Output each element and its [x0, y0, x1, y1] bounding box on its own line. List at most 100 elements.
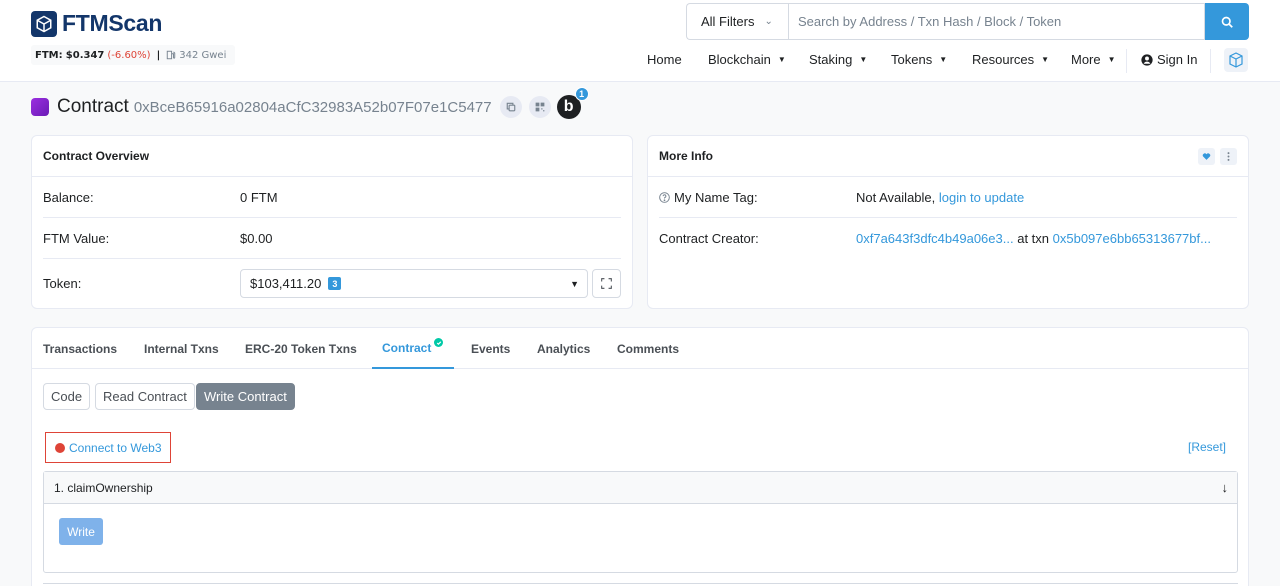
- name-tag-value: Not Available,: [856, 189, 936, 205]
- connect-to-web3-label: Connect to Web3: [69, 440, 162, 455]
- tab-transactions[interactable]: Transactions: [43, 328, 117, 369]
- search-input[interactable]: Search by Address / Txn Hash / Block / T…: [788, 3, 1205, 40]
- balance-row: Balance: 0 FTM: [43, 177, 621, 218]
- nav-blockchain-label: Blockchain: [708, 52, 771, 67]
- tab-events[interactable]: Events: [471, 328, 510, 369]
- blockscan-letter: b: [563, 98, 574, 115]
- page-title: Contract: [57, 96, 129, 117]
- function-header[interactable]: 1. claimOwnership ↓: [44, 472, 1237, 504]
- login-to-update-link[interactable]: login to update: [939, 190, 1024, 205]
- sign-in-label: Sign In: [1157, 52, 1198, 67]
- tab-erc20-token-txns[interactable]: ERC-20 Token Txns: [245, 328, 357, 369]
- nav-home-label: Home: [647, 52, 682, 67]
- logo[interactable]: FTMScan: [31, 10, 162, 37]
- expand-token-button[interactable]: [592, 269, 621, 298]
- verified-check-icon: [434, 338, 444, 347]
- code-button[interactable]: Code: [43, 383, 91, 410]
- tab-internal-label: Internal Txns: [144, 341, 219, 356]
- chevron-down-icon: ⌄: [764, 16, 773, 27]
- chevron-down-icon: ▼: [1041, 55, 1050, 64]
- qr-code-button[interactable]: [528, 96, 551, 118]
- token-label: Token:: [43, 276, 82, 291]
- token-holdings-value: $103,411.20: [250, 276, 322, 291]
- disconnected-status-icon: [55, 442, 65, 453]
- card-heading: More Info: [648, 136, 1248, 177]
- chevron-down-icon: ▼: [859, 55, 868, 64]
- tab-comments-label: Comments: [617, 341, 680, 356]
- search-icon: [1221, 16, 1233, 28]
- contract-avatar-icon: [31, 98, 49, 116]
- arrow-down-icon: ↓: [1221, 480, 1229, 495]
- creator-address-link[interactable]: 0xf7a643f3dfc4b49a06e3...: [856, 231, 1014, 246]
- tab-contract[interactable]: Contract: [372, 328, 454, 369]
- notification-badge: 1: [574, 87, 589, 101]
- nav-tokens[interactable]: Tokens ▼: [891, 52, 947, 67]
- read-contract-button[interactable]: Read Contract: [95, 383, 195, 410]
- search-button[interactable]: [1205, 3, 1249, 40]
- more-info-heading: More Info: [659, 149, 713, 163]
- chevron-down-icon: ▼: [777, 55, 786, 64]
- tab-analytics[interactable]: Analytics: [537, 328, 590, 369]
- cube-logo-icon: [31, 10, 57, 37]
- user-circle-icon: [1141, 53, 1153, 66]
- nav-divider: [1126, 49, 1127, 73]
- fantom-logo-icon: [1229, 52, 1243, 68]
- ftm-value: $0.00: [240, 230, 273, 246]
- blockscan-chat-button[interactable]: b 1: [556, 87, 589, 119]
- theme-toggle-button[interactable]: [1224, 48, 1248, 72]
- creator-txn-link[interactable]: 0x5b097e6bb65313677bf...: [1053, 231, 1211, 246]
- more-options-button[interactable]: [1220, 148, 1237, 165]
- creator-at-txn: at txn: [1017, 231, 1050, 246]
- search-filter-label: All Filters: [701, 14, 755, 29]
- reset-link[interactable]: [Reset]: [1188, 440, 1226, 454]
- tab-comments[interactable]: Comments: [617, 328, 679, 369]
- name-tag-label: My Name Tag:: [659, 190, 856, 205]
- write-contract-label: Write Contract: [204, 389, 287, 404]
- name-tag-label-text: My Name Tag:: [674, 189, 758, 205]
- tab-bar: Transactions Internal Txns ERC-20 Token …: [32, 328, 1248, 369]
- expand-icon: [601, 278, 612, 289]
- contract-overview-card: Contract Overview Balance: 0 FTM FTM Val…: [31, 135, 633, 309]
- contract-creator-row: Contract Creator: 0xf7a643f3dfc4b49a06e3…: [659, 218, 1237, 259]
- balance-label: Balance:: [43, 189, 94, 205]
- tab-internal-txns[interactable]: Internal Txns: [144, 328, 219, 369]
- more-info-card: More Info My Name Tag: Not Available, lo…: [647, 135, 1249, 309]
- connect-to-web3-button[interactable]: Connect to Web3: [45, 432, 171, 463]
- tab-analytics-label: Analytics: [537, 341, 591, 356]
- contract-tabs-card: Transactions Internal Txns ERC-20 Token …: [31, 327, 1249, 586]
- balance-value: 0 FTM: [240, 189, 278, 205]
- nav-staking-label: Staking: [809, 52, 853, 67]
- main-nav: Home Blockchain ▼ Staking ▼ Tokens ▼ Res…: [0, 49, 1280, 73]
- write-function-label: Write: [67, 524, 95, 539]
- function-name: 1. claimOwnership: [54, 480, 153, 495]
- nav-blockchain[interactable]: Blockchain ▼: [708, 52, 786, 67]
- nav-staking[interactable]: Staking ▼: [809, 52, 867, 67]
- tab-erc20-label: ERC-20 Token Txns: [245, 341, 357, 356]
- contract-address: 0xBceB65916a02804aCfC32983A52b07F07e1C54…: [133, 98, 492, 116]
- ftm-value-row: FTM Value: $0.00: [43, 218, 621, 259]
- nav-home[interactable]: Home: [647, 52, 682, 67]
- write-function-button[interactable]: Write: [59, 518, 103, 545]
- search-filter-select[interactable]: All Filters ⌄: [686, 3, 788, 40]
- contract-overview-heading: Contract Overview: [43, 149, 150, 163]
- qr-code-icon: [535, 102, 544, 112]
- favorite-button[interactable]: [1198, 148, 1215, 165]
- nav-resources-label: Resources: [972, 52, 1035, 67]
- question-circle-icon[interactable]: [659, 191, 670, 203]
- tab-events-label: Events: [471, 341, 511, 356]
- tab-transactions-label: Transactions: [43, 341, 118, 356]
- vertical-ellipsis-icon: [1227, 152, 1230, 161]
- copy-address-button[interactable]: [499, 96, 522, 118]
- chevron-down-icon: ▼: [939, 55, 948, 64]
- code-button-label: Code: [51, 389, 83, 404]
- write-contract-button[interactable]: Write Contract: [196, 383, 295, 410]
- chevron-down-icon: ▼: [570, 278, 579, 289]
- nav-more[interactable]: More ▼: [1071, 52, 1116, 67]
- sign-in-link[interactable]: Sign In: [1141, 52, 1197, 67]
- nav-divider: [1210, 49, 1211, 73]
- token-row: Token: $103,411.20 3 ▼: [43, 263, 621, 304]
- token-holdings-dropdown[interactable]: $103,411.20 3 ▼: [240, 269, 588, 298]
- nav-resources[interactable]: Resources ▼: [972, 52, 1049, 67]
- nav-more-label: More: [1071, 52, 1101, 67]
- chevron-down-icon: ▼: [1107, 55, 1116, 64]
